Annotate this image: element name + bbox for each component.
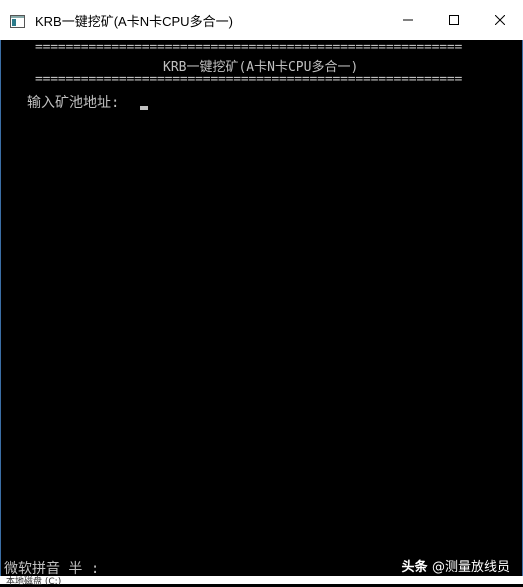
maximize-button[interactable] [431, 0, 477, 40]
drive-label: 本地磁盘 (C:) [6, 577, 62, 587]
close-button[interactable] [477, 0, 523, 40]
watermark: 头条 @测量放线员 [401, 556, 510, 575]
title-bar[interactable]: KRB一键挖矿(A卡N卡CPU多合一) [0, 0, 523, 40]
watermark-handle: @测量放线员 [431, 560, 510, 575]
taskbar-strip: 本地磁盘 (C:) [0, 576, 523, 587]
watermark-brand: 头条 [401, 560, 428, 575]
maximize-icon [449, 15, 459, 25]
console-window-icon [10, 13, 25, 28]
pool-address-prompt: 输入矿池地址: [27, 95, 120, 111]
separator-bottom: ========================================… [35, 72, 463, 87]
separator-top: ========================================… [35, 40, 463, 55]
minimize-icon [403, 19, 413, 21]
window-title: KRB一键挖矿(A卡N卡CPU多合一) [35, 14, 233, 29]
console-output[interactable]: ========================================… [1, 40, 522, 584]
minimize-button[interactable] [385, 0, 431, 40]
text-cursor[interactable] [140, 106, 148, 110]
close-icon [495, 15, 505, 25]
